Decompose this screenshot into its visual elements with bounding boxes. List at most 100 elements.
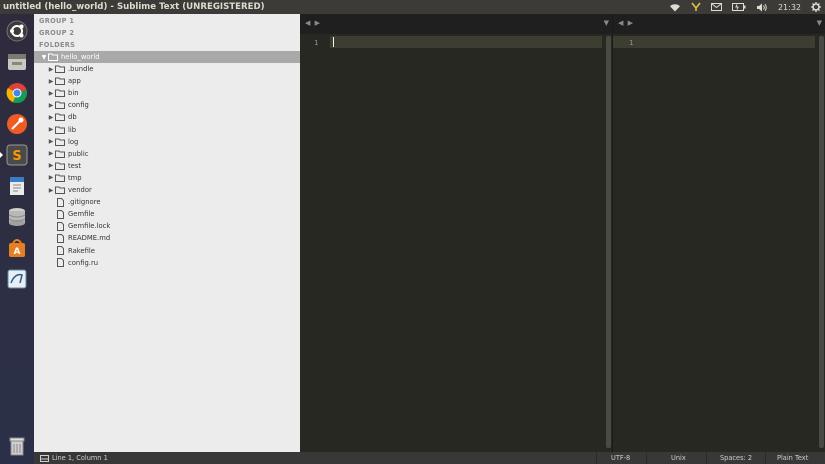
mail-icon[interactable] [710, 0, 722, 14]
tree-folder-label: bin [68, 89, 79, 98]
folder-icon [55, 173, 65, 182]
tree-folder-item[interactable]: ▶ app [34, 75, 300, 87]
file-icon [55, 258, 65, 268]
tree-file-label: Rakefile [68, 246, 95, 255]
indentation-selector[interactable]: Spaces: 2 [720, 452, 752, 464]
tree-folder-item[interactable]: ▶ vendor [34, 184, 300, 196]
svg-text:A: A [14, 247, 21, 257]
current-line-highlight [330, 36, 602, 48]
tab-nav-arrows-left[interactable]: ◀ ▶ [305, 19, 321, 27]
tree-file-item[interactable]: config.ru [34, 257, 300, 269]
trash-icon[interactable] [5, 434, 29, 458]
collapsed-arrow-icon[interactable]: ▶ [47, 150, 55, 157]
software-center-icon[interactable]: A [5, 236, 29, 260]
collapsed-arrow-icon[interactable]: ▶ [47, 174, 55, 181]
tree-folder-item[interactable]: ▶ db [34, 111, 300, 123]
collapsed-arrow-icon[interactable]: ▶ [47, 162, 55, 169]
network-icon[interactable] [691, 0, 701, 14]
tree-folder-label: lib [68, 125, 77, 134]
collapsed-arrow-icon[interactable]: ▶ [47, 66, 55, 73]
mysql-workbench-icon[interactable] [5, 267, 29, 291]
tree-file-label: .gitignore [68, 198, 101, 207]
tree-file-item[interactable]: Gemfile.lock [34, 220, 300, 232]
folder-icon [55, 161, 65, 170]
status-bar: Line 1, Column 1 UTF-8 Unix Spaces: 2 Pl… [34, 452, 825, 464]
clock-text[interactable]: 21:32 [778, 0, 801, 14]
expanded-arrow-icon[interactable]: ▼ [40, 54, 48, 61]
open-folder-icon [48, 53, 58, 62]
battery-icon[interactable] [731, 0, 746, 14]
ubuntu-dash-icon[interactable] [5, 19, 29, 43]
collapsed-arrow-icon[interactable]: ▶ [47, 114, 55, 121]
settings-gear-icon[interactable] [811, 0, 821, 14]
tree-file-label: Gemfile.lock [68, 222, 111, 231]
panel-toggle-icon[interactable] [40, 452, 49, 464]
top-panel: untitled (hello_world) - Sublime Text (U… [0, 0, 825, 14]
wifi-icon[interactable] [669, 0, 681, 14]
vertical-scrollbar[interactable] [606, 36, 611, 448]
tree-file-item[interactable]: Gemfile [34, 208, 300, 220]
sidebar: GROUP 1 GROUP 2 FOLDERS ▼ hello_world ▶.… [34, 14, 300, 452]
folder-icon [55, 77, 65, 86]
encoding-selector[interactable]: UTF-8 [611, 452, 630, 464]
tree-folder-label: config [68, 101, 89, 110]
tree-root-folder[interactable]: ▼ hello_world [34, 51, 300, 63]
group-2-label[interactable]: GROUP 2 [39, 29, 74, 37]
tree-file-label: Gemfile [68, 210, 95, 219]
text-cursor [333, 37, 334, 47]
file-icon [55, 246, 65, 255]
syntax-selector[interactable]: Plain Text [777, 452, 808, 464]
tree-file-item[interactable]: README.md [34, 232, 300, 244]
editor-pane-right[interactable]: ◀ ▶ ▼ 1 [612, 14, 825, 452]
tab-bar-right: ◀ ▶ ▼ [613, 14, 825, 34]
tree-folder-label: log [68, 137, 79, 146]
tree-file-label: README.md [68, 234, 111, 243]
sublime-text-icon[interactable]: S [0, 143, 29, 167]
files-icon[interactable] [5, 50, 29, 74]
document-viewer-icon[interactable] [5, 174, 29, 198]
tree-file-item[interactable]: Rakefile [34, 245, 300, 257]
volume-icon[interactable] [756, 0, 768, 14]
tree-file-label: config.ru [68, 258, 99, 267]
tree-folder-item[interactable]: ▶ .bundle [34, 63, 300, 75]
collapsed-arrow-icon[interactable]: ▶ [47, 102, 55, 109]
group-1-label[interactable]: GROUP 1 [39, 17, 74, 25]
tree-file-item[interactable]: .gitignore [34, 196, 300, 208]
collapsed-arrow-icon[interactable]: ▶ [47, 126, 55, 133]
tree-folder-item[interactable]: ▶ config [34, 99, 300, 111]
tree-folder-item[interactable]: ▶ tmp [34, 172, 300, 184]
tab-nav-arrows-right[interactable]: ◀ ▶ [618, 19, 634, 27]
status-divider [646, 452, 647, 464]
postman-icon[interactable] [5, 112, 29, 136]
line-number: 1 [314, 38, 319, 47]
status-divider [765, 452, 766, 464]
cursor-position: Line 1, Column 1 [52, 454, 108, 462]
line-number: 1 [629, 38, 634, 47]
tab-dropdown-left[interactable]: ▼ [604, 19, 609, 27]
folder-icon [55, 186, 65, 195]
system-indicators: 21:32 [669, 0, 825, 14]
collapsed-arrow-icon[interactable]: ▶ [47, 90, 55, 97]
tree-folder-item[interactable]: ▶ public [34, 148, 300, 160]
tab-dropdown-right[interactable]: ▼ [817, 19, 822, 27]
folder-icon [55, 149, 65, 158]
status-divider [706, 452, 707, 464]
tree-folder-item[interactable]: ▶ lib [34, 124, 300, 136]
tree-folder-item[interactable]: ▶ test [34, 160, 300, 172]
editor-pane-left[interactable]: ◀ ▶ ▼ 1 [300, 14, 612, 452]
tree-folder-label: tmp [68, 173, 82, 182]
file-icon [55, 197, 65, 207]
editor-area: ◀ ▶ ▼ 1 ◀ ▶ ▼ 1 [300, 14, 825, 452]
collapsed-arrow-icon[interactable]: ▶ [47, 187, 55, 194]
folder-icon [55, 137, 65, 146]
folder-icon [55, 65, 65, 74]
vertical-scrollbar[interactable] [819, 36, 824, 448]
collapsed-arrow-icon[interactable]: ▶ [47, 78, 55, 85]
tree-folder-item[interactable]: ▶ bin [34, 87, 300, 99]
tree-folder-item[interactable]: ▶ log [34, 136, 300, 148]
database-icon[interactable] [5, 205, 29, 229]
tree-folder-label: test [68, 161, 82, 170]
line-endings-selector[interactable]: Unix [671, 452, 686, 464]
collapsed-arrow-icon[interactable]: ▶ [47, 138, 55, 145]
chrome-icon[interactable] [5, 81, 29, 105]
